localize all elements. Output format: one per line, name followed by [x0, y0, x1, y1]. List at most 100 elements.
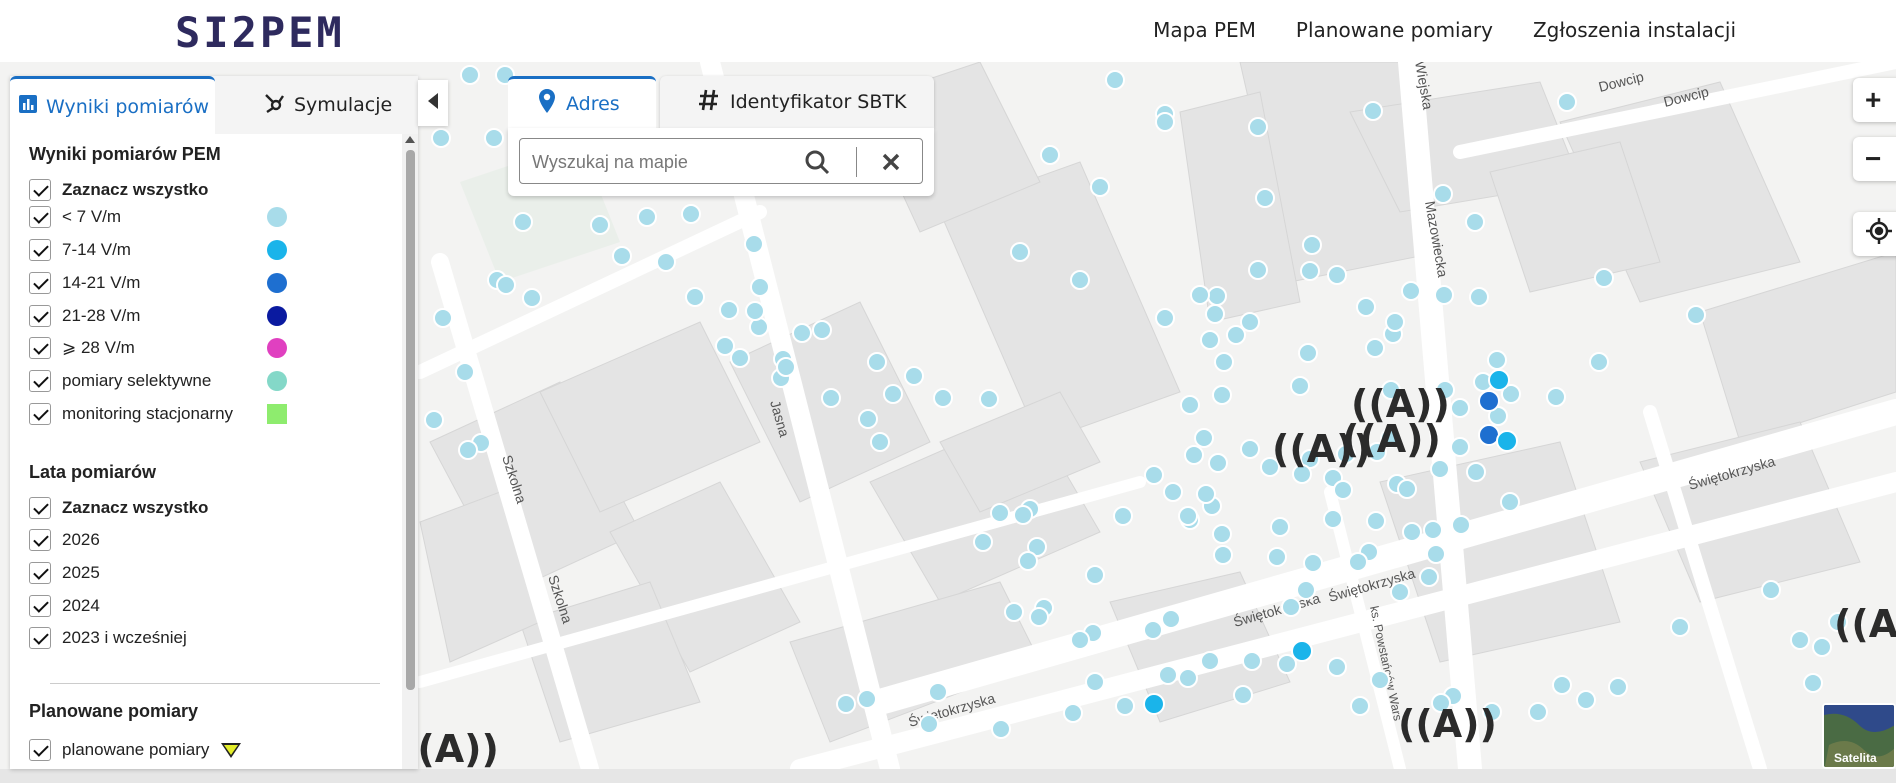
logo[interactable]: SI2PEM	[175, 8, 345, 57]
measurement-point[interactable]	[455, 362, 475, 382]
measurement-point[interactable]	[1226, 325, 1246, 345]
checkbox[interactable]	[29, 497, 51, 519]
measurement-point[interactable]	[1478, 390, 1500, 412]
measurement-point[interactable]	[1356, 297, 1376, 317]
measurement-point[interactable]	[685, 287, 705, 307]
measurement-point[interactable]	[1233, 685, 1253, 705]
measurement-point[interactable]	[1363, 101, 1383, 121]
checkbox[interactable]	[29, 239, 51, 261]
antenna-marker[interactable]: ((A))	[1398, 702, 1497, 746]
measurement-point[interactable]	[1487, 350, 1507, 370]
measurement-point[interactable]	[1370, 670, 1390, 690]
panel-scrollbar[interactable]	[402, 134, 418, 769]
measurement-point[interactable]	[928, 682, 948, 702]
measurement-point[interactable]	[1385, 312, 1405, 332]
measurement-point[interactable]	[1302, 235, 1322, 255]
measurement-point[interactable]	[1348, 552, 1368, 572]
checkbox-row[interactable]: 2026	[29, 528, 100, 552]
collapse-panel-button[interactable]	[418, 80, 448, 126]
measurement-point[interactable]	[1419, 567, 1439, 587]
measurement-point[interactable]	[1200, 651, 1220, 671]
measurement-point[interactable]	[973, 532, 993, 552]
measurement-point[interactable]	[1469, 287, 1489, 307]
measurement-point[interactable]	[1390, 582, 1410, 602]
measurement-point[interactable]	[883, 384, 903, 404]
measurement-point[interactable]	[1323, 509, 1343, 529]
measurement-point[interactable]	[1240, 312, 1260, 332]
satellite-toggle[interactable]: Satelita	[1822, 703, 1896, 769]
measurement-point[interactable]	[1029, 607, 1049, 627]
measurement-point[interactable]	[1155, 308, 1175, 328]
measurement-point[interactable]	[1465, 212, 1485, 232]
nav-planowane-pomiary[interactable]: Planowane pomiary	[1296, 18, 1493, 42]
measurement-point[interactable]	[1488, 369, 1510, 391]
measurement-point[interactable]	[744, 234, 764, 254]
measurement-point[interactable]	[431, 128, 451, 148]
checkbox-row[interactable]: pomiary selektywne	[29, 369, 211, 393]
measurement-point[interactable]	[904, 366, 924, 386]
measurement-point[interactable]	[458, 440, 478, 460]
measurement-point[interactable]	[1333, 480, 1353, 500]
measurement-point[interactable]	[1670, 617, 1690, 637]
measurement-point[interactable]	[812, 320, 832, 340]
measurement-point[interactable]	[1180, 395, 1200, 415]
measurement-point[interactable]	[870, 432, 890, 452]
measurement-point[interactable]	[1212, 524, 1232, 544]
measurement-point[interactable]	[1143, 620, 1163, 640]
checkbox-row[interactable]: Zaznacz wszystko	[29, 178, 208, 202]
measurement-point[interactable]	[1576, 690, 1596, 710]
measurement-point[interactable]	[1546, 387, 1566, 407]
checkbox[interactable]	[29, 337, 51, 359]
measurement-point[interactable]	[496, 275, 516, 295]
measurement-point[interactable]	[979, 389, 999, 409]
checkbox[interactable]	[29, 272, 51, 294]
measurement-point[interactable]	[1063, 703, 1083, 723]
measurement-point[interactable]	[836, 694, 856, 714]
locate-button[interactable]	[1853, 212, 1896, 256]
measurement-point[interactable]	[1450, 398, 1470, 418]
measurement-point[interactable]	[1291, 640, 1313, 662]
zoom-out-button[interactable]: −	[1853, 137, 1896, 181]
measurement-point[interactable]	[990, 503, 1010, 523]
measurement-point[interactable]	[821, 388, 841, 408]
checkbox[interactable]	[29, 562, 51, 584]
measurement-point[interactable]	[612, 246, 632, 266]
measurement-point[interactable]	[1113, 506, 1133, 526]
checkbox[interactable]	[29, 627, 51, 649]
tab-wyniki-pomiarow[interactable]: Wyniki pomiarów	[10, 76, 215, 134]
measurement-point[interactable]	[1803, 673, 1823, 693]
checkbox[interactable]	[29, 529, 51, 551]
measurement-point[interactable]	[1528, 702, 1548, 722]
checkbox[interactable]	[29, 403, 51, 425]
measurement-point[interactable]	[1327, 265, 1347, 285]
measurement-point[interactable]	[1207, 286, 1227, 306]
checkbox[interactable]	[29, 305, 51, 327]
measurement-point[interactable]	[933, 388, 953, 408]
measurement-point[interactable]	[590, 215, 610, 235]
checkbox[interactable]	[29, 179, 51, 201]
measurement-point[interactable]	[433, 308, 453, 328]
measurement-point[interactable]	[1144, 465, 1164, 485]
measurement-point[interactable]	[1589, 352, 1609, 372]
measurement-point[interactable]	[1270, 517, 1290, 537]
tab-adres[interactable]: Adres	[508, 76, 656, 128]
measurement-point[interactable]	[424, 410, 444, 430]
measurement-point[interactable]	[1366, 511, 1386, 531]
checkbox-row[interactable]: 21-28 V/m	[29, 304, 140, 328]
measurement-point[interactable]	[1205, 304, 1225, 324]
measurement-point[interactable]	[1686, 305, 1706, 325]
measurement-point[interactable]	[1478, 424, 1500, 446]
checkbox-row[interactable]: 14-21 V/m	[29, 271, 140, 295]
measurement-point[interactable]	[1401, 281, 1421, 301]
measurement-point[interactable]	[1163, 482, 1183, 502]
measurement-point[interactable]	[1296, 580, 1316, 600]
search-icon[interactable]	[802, 147, 832, 177]
measurement-point[interactable]	[1208, 453, 1228, 473]
measurement-point[interactable]	[1365, 338, 1385, 358]
checkbox-row[interactable]: 7-14 V/m	[29, 238, 131, 262]
measurement-point[interactable]	[1155, 112, 1175, 132]
measurement-point[interactable]	[1451, 515, 1471, 535]
measurement-point[interactable]	[792, 323, 812, 343]
measurement-point[interactable]	[1105, 70, 1125, 90]
measurement-point[interactable]	[1298, 343, 1318, 363]
